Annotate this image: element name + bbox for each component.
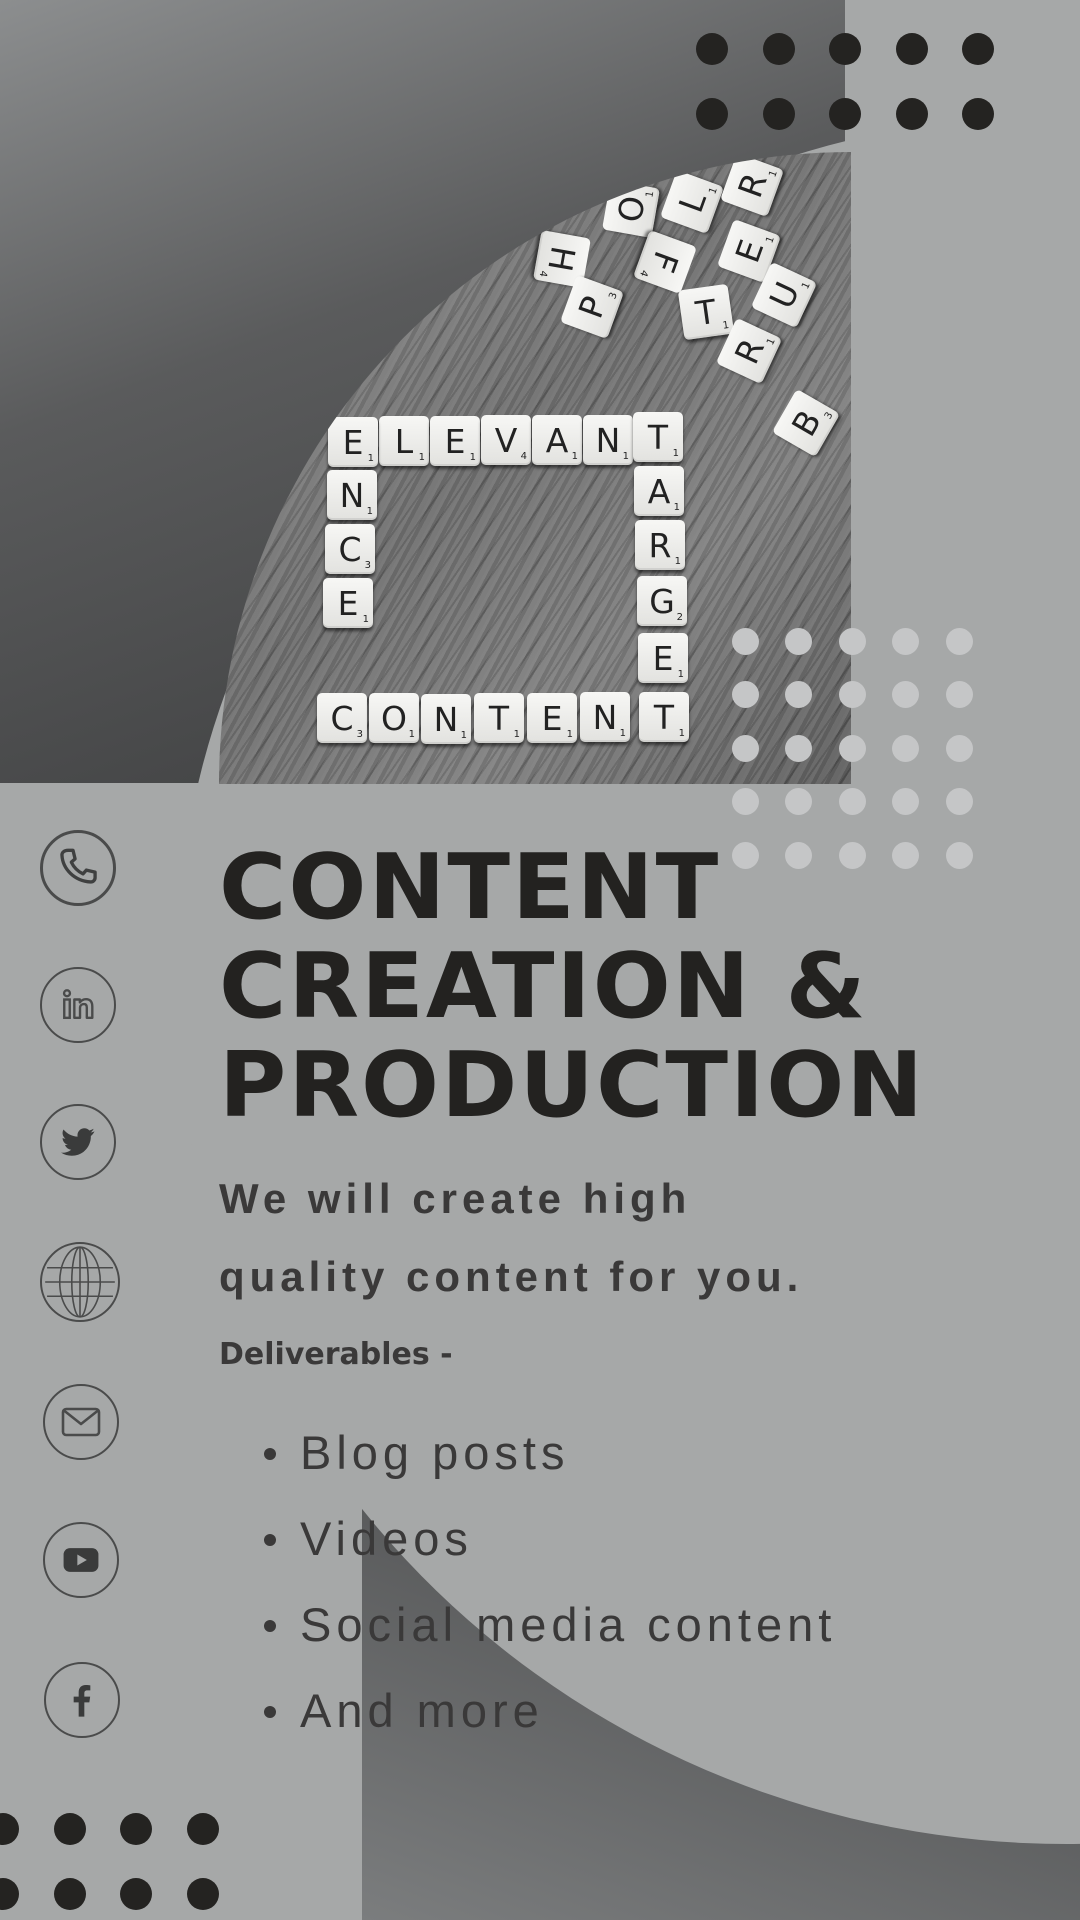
- dot: [892, 841, 919, 869]
- dot: [186, 1878, 219, 1910]
- tile: F4: [632, 229, 698, 295]
- dot: [838, 841, 866, 869]
- dot: [53, 1878, 86, 1910]
- dot: [829, 98, 861, 130]
- dot: [945, 788, 973, 815]
- deliverables-list: Blog posts Videos Social media content A…: [264, 1410, 837, 1754]
- tile: T1: [639, 692, 689, 742]
- dot: [785, 627, 812, 655]
- dot: [731, 627, 759, 655]
- list-item: Social media content: [264, 1582, 837, 1668]
- dot: [945, 627, 973, 655]
- dot: [731, 841, 759, 869]
- tile: N1: [327, 470, 377, 520]
- list-item-label: Social media content: [300, 1598, 837, 1651]
- dot: [838, 627, 866, 655]
- list-item-label: Blog posts: [300, 1426, 570, 1479]
- dot: [120, 1878, 152, 1910]
- dot: [962, 33, 994, 65]
- dot: [892, 788, 919, 815]
- dot: [53, 1813, 86, 1845]
- tile: N1: [421, 694, 471, 744]
- phone-icon[interactable]: [40, 830, 116, 906]
- tile: T1: [677, 283, 735, 341]
- tile: N1: [583, 415, 633, 465]
- dot: [186, 1813, 219, 1845]
- tile: R1: [635, 520, 685, 570]
- dot: [892, 734, 919, 762]
- dot: [895, 98, 928, 130]
- list-item: Videos: [264, 1496, 836, 1582]
- dot: [945, 841, 973, 869]
- tile: E1: [527, 693, 577, 743]
- headline-line-3: PRODUCTION: [219, 1033, 926, 1138]
- dot: [731, 734, 759, 762]
- dot: [962, 98, 994, 130]
- dot: [945, 734, 973, 762]
- dot: [838, 788, 866, 815]
- facebook-icon[interactable]: [44, 1662, 120, 1738]
- tile: N1: [580, 692, 630, 742]
- tile: T1: [474, 693, 524, 743]
- tile: T1: [633, 412, 683, 462]
- tile: L1: [659, 169, 725, 235]
- dot: [892, 627, 919, 655]
- dot: [945, 681, 973, 708]
- tile: G2: [637, 576, 687, 626]
- headline: CONTENT CREATION & PRODUCTION: [219, 838, 925, 1135]
- tile: E1: [638, 633, 688, 683]
- tile: O1: [369, 693, 419, 743]
- tile: L1: [379, 416, 429, 466]
- headline-line-2: CREATION &: [219, 934, 868, 1039]
- dot: [731, 681, 759, 708]
- bullet-icon: [264, 1534, 276, 1546]
- bullet-icon: [264, 1448, 276, 1460]
- tile: A1: [532, 415, 582, 465]
- headline-line-1: CONTENT: [219, 835, 721, 940]
- bullet-icon: [264, 1620, 276, 1632]
- dot: [762, 98, 795, 130]
- tile: C3: [317, 693, 367, 743]
- dot: [731, 788, 759, 815]
- dot: [785, 841, 812, 869]
- dot: [120, 1813, 152, 1845]
- tile: A1: [634, 466, 684, 516]
- dot: [785, 788, 812, 815]
- deliverables-heading: Deliverables -: [219, 1337, 453, 1372]
- list-item: And more: [264, 1668, 836, 1754]
- list-item-label: Videos: [300, 1512, 473, 1565]
- tile: E1: [430, 416, 480, 466]
- dot: [895, 33, 928, 65]
- tile: C3: [325, 524, 375, 574]
- poster: L1 E1 V4 A1 N1 T1 E1 N1 C3 E1 A1 R1 G2 E…: [0, 0, 1080, 1920]
- mail-icon[interactable]: [43, 1384, 119, 1460]
- dot: [762, 33, 795, 65]
- tagline: We will create high quality content for …: [219, 1175, 804, 1300]
- twitter-icon[interactable]: [40, 1104, 116, 1180]
- tile: O1: [602, 180, 660, 238]
- dot: [838, 681, 866, 708]
- globe-icon[interactable]: [40, 1242, 120, 1322]
- dot: [892, 681, 919, 708]
- dot: [0, 1813, 19, 1845]
- dot: [785, 734, 812, 762]
- tile: B3: [771, 388, 841, 458]
- dot: [0, 1878, 19, 1910]
- tile: E1: [328, 417, 378, 467]
- dot: [829, 33, 861, 65]
- dot: [696, 98, 728, 130]
- list-item: Blog posts: [264, 1410, 836, 1496]
- dot: [838, 734, 866, 762]
- youtube-icon[interactable]: [43, 1522, 119, 1598]
- dot: [696, 33, 728, 65]
- tile: E1: [323, 578, 373, 628]
- list-item-label: And more: [300, 1684, 544, 1737]
- tile: V4: [481, 415, 531, 465]
- linkedin-icon[interactable]: [40, 967, 116, 1043]
- dot: [785, 681, 812, 708]
- bullet-icon: [264, 1706, 276, 1718]
